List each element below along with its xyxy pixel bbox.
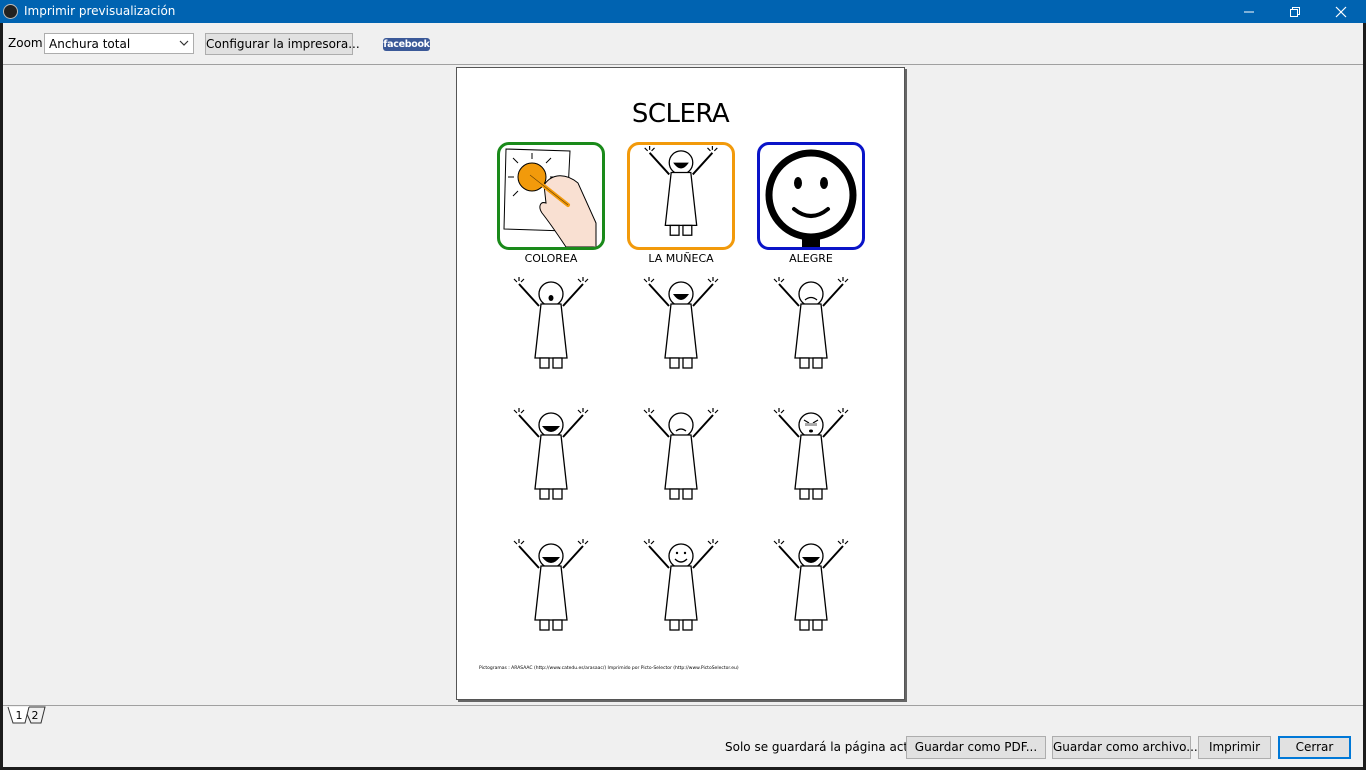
doll-smiling-icon [643,539,719,631]
close-icon [1335,6,1347,17]
doll-laughing-icon [513,408,589,500]
pictogram-la-muneca [627,142,735,250]
doll-angry-icon [773,408,849,500]
zoom-label: Zoom [8,36,43,50]
zoom-select[interactable]: Anchura total [44,33,194,54]
tab-page-1[interactable]: 1 [12,708,26,724]
doll-worried-icon [643,408,719,500]
coloring-hand-icon [503,148,597,247]
doll-icon [644,145,718,236]
doll-happy-icon [643,277,719,369]
title-bar: Imprimir previsualización [0,0,1366,23]
page-title: SCLERA [631,99,730,129]
pictogram-alegre [757,142,865,250]
facebook-logo[interactable]: facebook [383,38,430,51]
configure-printer-button[interactable]: Configurar la impresora... [205,33,360,55]
page-tabs: 1 2 [3,705,1363,726]
save-as-file-button[interactable]: Guardar como archivo... [1052,736,1198,759]
print-button[interactable]: Imprimir [1198,736,1271,759]
minimize-button[interactable] [1226,0,1272,23]
minimize-icon [1244,11,1254,12]
pictogram-label-la-muneca: LA MUÑECA [648,252,714,265]
happy-face-icon [765,149,857,247]
page-footer-credits: Pictogramas : ARASAAC (http://www.catedu… [479,666,739,671]
window-title: Imprimir previsualización [24,4,176,18]
pictogram-label-colorea: COLOREA [524,252,578,265]
doll-laughing-icon [773,539,849,631]
close-button[interactable]: Cerrar [1278,736,1351,759]
app-icon[interactable] [3,4,18,19]
chevron-down-icon [179,40,189,46]
pictogram-colorea [497,142,605,250]
save-as-pdf-button[interactable]: Guardar como PDF... [906,736,1046,759]
pictogram-label-alegre: ALEGRE [789,252,833,265]
doll-sad-icon [773,277,849,369]
bottom-bar: Solo se guardará la página actual Guarda… [3,725,1363,767]
save-note: Solo se guardará la página actual [725,740,927,754]
doll-surprised-icon [513,277,589,369]
zoom-select-value: Anchura total [49,37,131,51]
doll-laughing-icon [513,539,589,631]
tab-page-2[interactable]: 2 [28,708,42,724]
print-page: SCLERA COLOREA LA MUÑECA ALEGRE Pictogra… [456,67,905,700]
close-window-button[interactable] [1318,0,1364,23]
restore-icon [1290,6,1300,17]
restore-button[interactable] [1272,0,1318,23]
toolbar: Zoom Anchura total Configurar la impreso… [3,23,1363,65]
